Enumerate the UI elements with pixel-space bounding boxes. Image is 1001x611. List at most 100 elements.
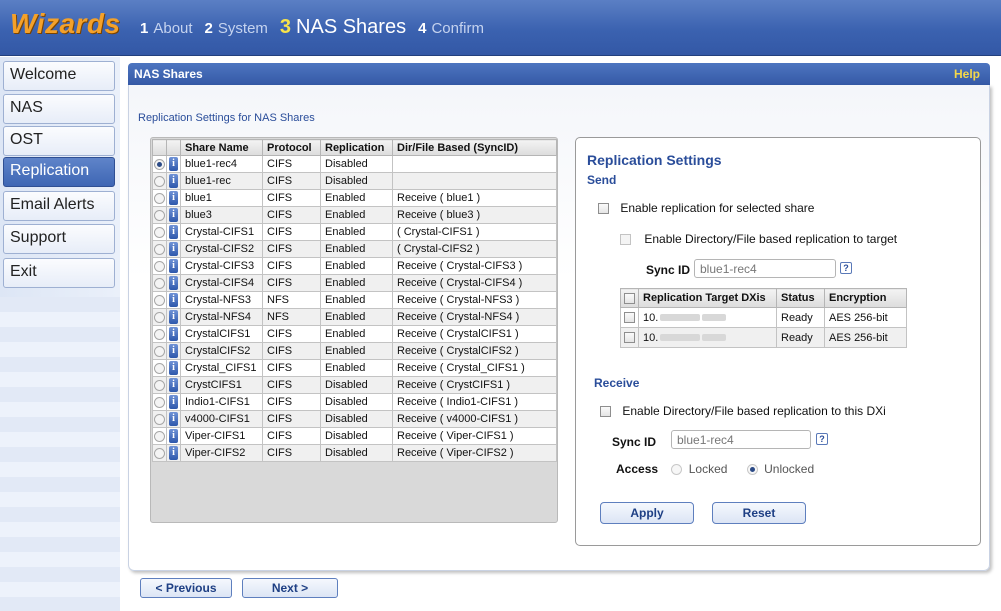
share-select-radio[interactable] <box>154 430 165 442</box>
info-icon[interactable]: i <box>169 208 178 222</box>
info-icon[interactable]: i <box>169 378 178 392</box>
info-icon[interactable]: i <box>169 259 178 273</box>
share-select-radio[interactable] <box>154 294 165 306</box>
info-icon[interactable]: i <box>169 157 178 171</box>
share-select-radio[interactable] <box>154 311 165 323</box>
nav-ost[interactable]: OST <box>3 126 115 156</box>
share-info-cell: i <box>166 393 181 411</box>
share-select-cell <box>152 291 167 309</box>
share-row[interactable]: i blue1-rec CIFS Disabled <box>152 172 557 190</box>
share-replication: Disabled <box>320 155 393 173</box>
share-row[interactable]: i blue1-rec4 CIFS Disabled <box>152 155 557 173</box>
share-select-cell <box>152 325 167 343</box>
step-nas-shares[interactable]: 3 NAS Shares <box>280 16 406 39</box>
share-select-cell <box>152 410 167 428</box>
share-select-radio[interactable] <box>154 192 165 204</box>
receive-sync-id-help-icon[interactable]: ? <box>816 433 828 445</box>
share-row[interactable]: i blue3 CIFS Enabled Receive ( blue3 ) <box>152 206 557 224</box>
info-icon[interactable]: i <box>169 361 178 375</box>
share-row[interactable]: i CrystalCIFS2 CIFS Enabled Receive ( Crysta… <box>152 342 557 360</box>
select-all-checkbox[interactable] <box>624 292 635 304</box>
nav-email-alerts[interactable]: Email Alerts <box>3 191 115 221</box>
target-checkbox[interactable] <box>624 312 635 324</box>
share-select-radio[interactable] <box>154 209 165 221</box>
info-icon[interactable]: i <box>169 276 178 290</box>
info-icon[interactable]: i <box>169 327 178 341</box>
send-sync-id-input[interactable] <box>694 259 836 278</box>
share-info-cell: i <box>166 308 181 326</box>
share-select-radio[interactable] <box>154 175 165 187</box>
share-row[interactable]: i Viper-CIFS2 CIFS Disabled Receive ( Viper-… <box>152 444 557 462</box>
enable-dirfile-send-checkbox[interactable] <box>620 234 631 246</box>
share-select-radio[interactable] <box>154 226 165 238</box>
info-icon[interactable]: i <box>169 310 178 324</box>
replication-settings-title: Replication Settings <box>587 152 722 168</box>
info-icon[interactable]: i <box>169 225 178 239</box>
share-info-cell: i <box>166 291 181 309</box>
nav-support[interactable]: Support <box>3 224 115 254</box>
next-button[interactable]: Next > <box>242 578 338 598</box>
step-system[interactable]: 2 System <box>205 20 268 37</box>
previous-button[interactable]: < Previous <box>140 578 232 598</box>
share-row[interactable]: i Viper-CIFS1 CIFS Disabled Receive ( Viper-… <box>152 427 557 445</box>
share-row[interactable]: i Crystal-CIFS1 CIFS Enabled( Crystal-CIFS1… <box>152 223 557 241</box>
receive-sync-id-input[interactable] <box>671 430 811 449</box>
column-target-dxis: Replication Target DXis <box>638 288 777 308</box>
nav-nas[interactable]: NAS <box>3 94 115 124</box>
share-row[interactable]: i CrystCIFS1 CIFS Disabled Receive ( CrystCI… <box>152 376 557 394</box>
column-replication[interactable]: Replication <box>320 139 393 156</box>
reset-button[interactable]: Reset <box>712 502 806 524</box>
help-link[interactable]: Help <box>954 67 980 81</box>
share-row[interactable]: i Crystal-CIFS4 CIFS Enabled Receive ( Cryst… <box>152 274 557 292</box>
column-dir-file-based[interactable]: Dir/File Based (SyncID) <box>392 139 557 156</box>
info-icon[interactable]: i <box>169 412 178 426</box>
nav-replication[interactable]: Replication <box>3 157 115 187</box>
info-icon[interactable]: i <box>169 344 178 358</box>
access-locked-radio[interactable] <box>671 464 683 476</box>
share-select-radio[interactable] <box>154 260 165 272</box>
target-row[interactable]: 10. Ready AES 256-bit <box>620 327 907 348</box>
share-row[interactable]: i Crystal-NFS3 NFS Enabled Receive ( Crystal… <box>152 291 557 309</box>
share-row[interactable]: i Crystal-CIFS3 CIFS Enabled Receive ( Cryst… <box>152 257 557 275</box>
column-share-name[interactable]: Share Name <box>180 139 263 156</box>
info-icon[interactable]: i <box>169 191 178 205</box>
share-select-radio[interactable] <box>154 396 165 408</box>
shares-table-container: Share Name Protocol Replication Dir/File… <box>150 137 558 523</box>
share-row[interactable]: i CrystalCIFS1 CIFS Enabled Receive ( Crysta… <box>152 325 557 343</box>
share-select-radio[interactable] <box>154 447 165 459</box>
select-all-targets[interactable] <box>620 288 639 308</box>
share-select-radio[interactable] <box>154 379 165 391</box>
info-icon[interactable]: i <box>169 242 178 256</box>
target-row[interactable]: 10. Ready AES 256-bit <box>620 307 907 328</box>
nav-welcome[interactable]: Welcome <box>3 61 115 91</box>
apply-button[interactable]: Apply <box>600 502 694 524</box>
column-protocol[interactable]: Protocol <box>262 139 321 156</box>
share-row[interactable]: i Indio1-CIFS1 CIFS Disabled Receive ( Indio… <box>152 393 557 411</box>
step-label: About <box>153 20 193 37</box>
share-select-radio[interactable] <box>154 413 165 425</box>
share-select-radio[interactable] <box>154 277 165 289</box>
share-select-radio[interactable] <box>154 345 165 357</box>
share-row[interactable]: i Crystal-CIFS2 CIFS Enabled( Crystal-CIFS2… <box>152 240 557 258</box>
share-select-radio[interactable] <box>154 328 165 340</box>
share-select-radio[interactable] <box>154 362 165 374</box>
share-row[interactable]: i Crystal_CIFS1 CIFS Enabled Receive ( Cryst… <box>152 359 557 377</box>
enable-dirfile-receive-checkbox[interactable] <box>600 406 611 418</box>
info-icon[interactable]: i <box>169 395 178 409</box>
share-row[interactable]: i Crystal-NFS4 NFS Enabled Receive ( Crystal… <box>152 308 557 326</box>
share-select-radio[interactable] <box>154 158 165 170</box>
info-icon[interactable]: i <box>169 174 178 188</box>
share-select-radio[interactable] <box>154 243 165 255</box>
share-row[interactable]: i v4000-CIFS1 CIFS Disabled Receive ( v4000-… <box>152 410 557 428</box>
step-about[interactable]: 1 About <box>140 20 193 37</box>
info-icon[interactable]: i <box>169 429 178 443</box>
info-icon[interactable]: i <box>169 446 178 460</box>
step-confirm[interactable]: 4 Confirm <box>418 20 484 37</box>
access-unlocked-radio[interactable] <box>746 464 758 476</box>
share-row[interactable]: i blue1 CIFS Enabled Receive ( blue1 ) <box>152 189 557 207</box>
nav-exit[interactable]: Exit <box>3 258 115 288</box>
target-checkbox[interactable] <box>624 332 635 344</box>
enable-replication-checkbox[interactable] <box>598 203 609 215</box>
send-sync-id-help-icon[interactable]: ? <box>840 262 852 274</box>
info-icon[interactable]: i <box>169 293 178 307</box>
